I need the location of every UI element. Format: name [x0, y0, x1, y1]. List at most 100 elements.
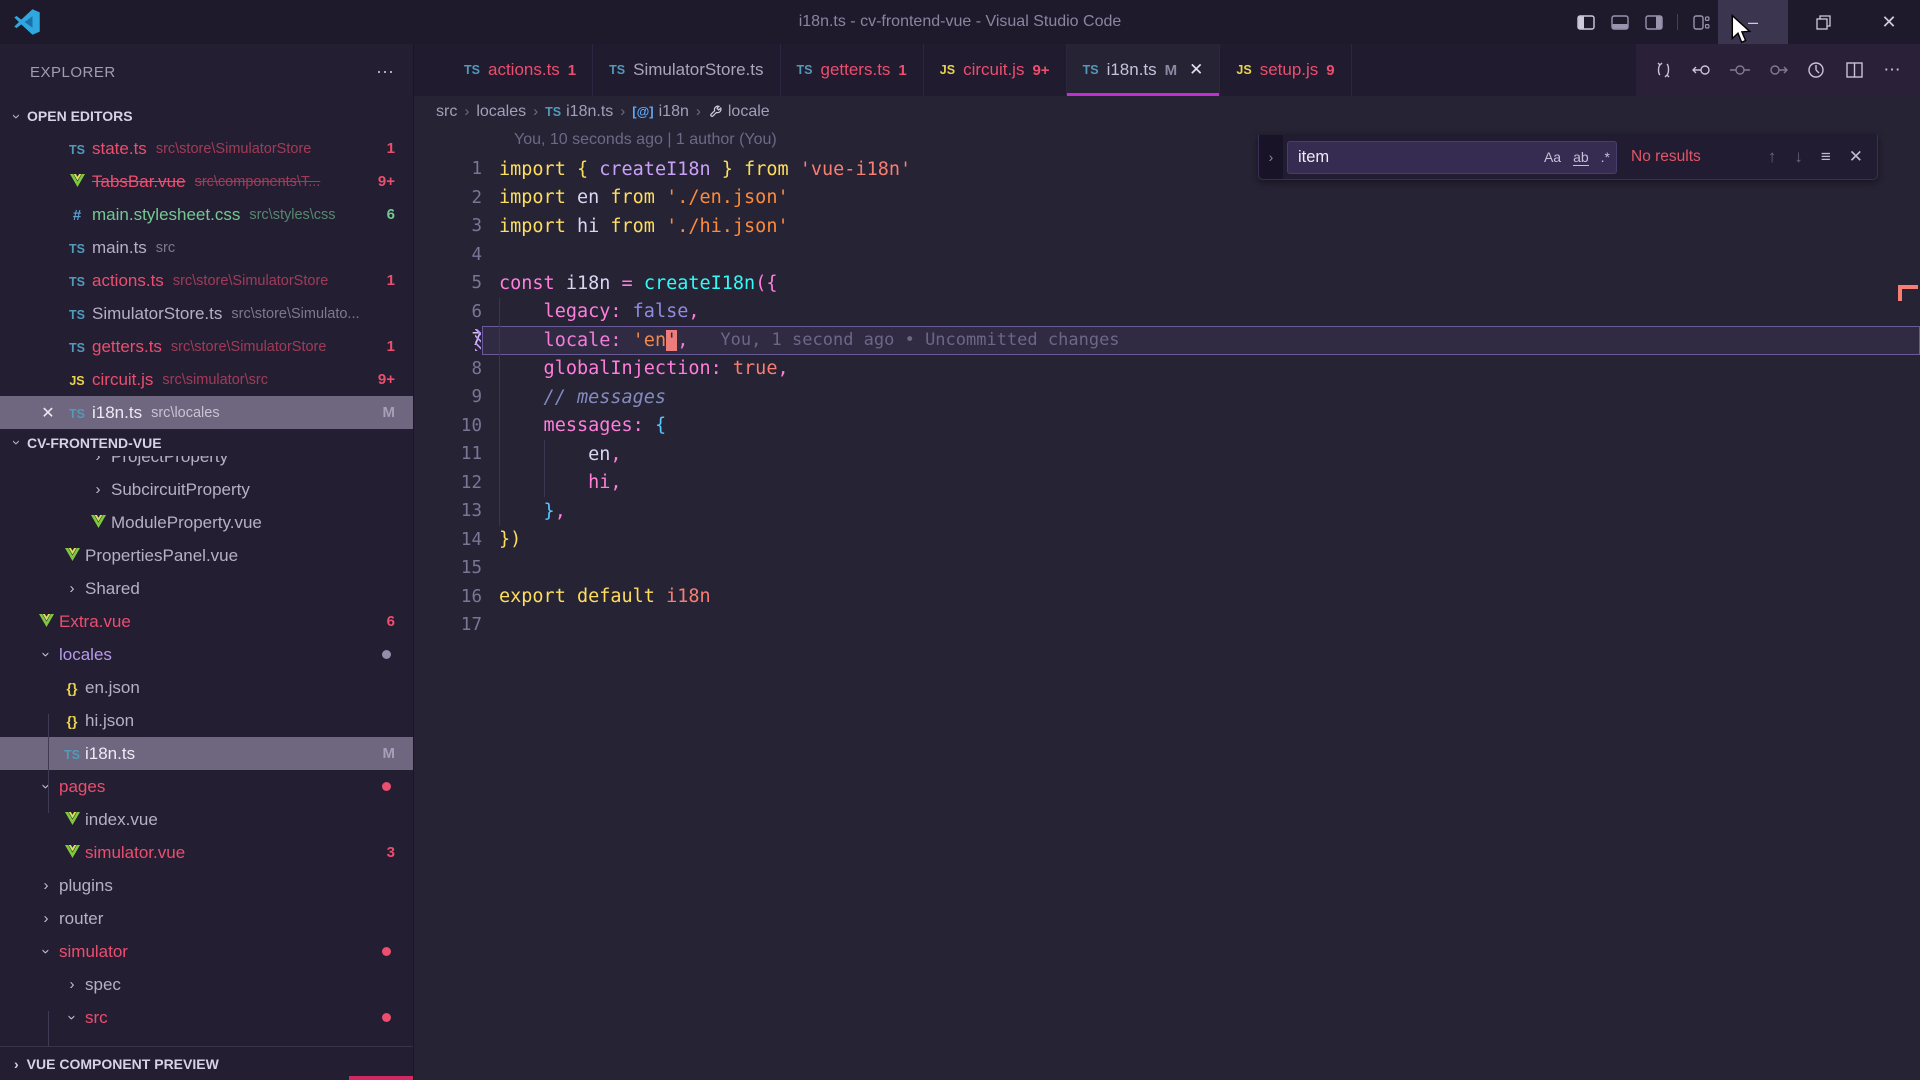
breadcrumb-item-i18n[interactable]: [@]i18n [632, 103, 689, 121]
tree-item-src[interactable]: ›src [0, 1001, 413, 1034]
tree-item-locales[interactable]: ›locales [0, 638, 413, 671]
tree-item-ProjectProperty[interactable]: ›ProjectProperty [0, 456, 413, 473]
tree-item-spec[interactable]: ›spec [0, 968, 413, 1001]
code-indent-guide [499, 298, 500, 526]
tree-item-simulator.vue[interactable]: simulator.vue3 [0, 836, 413, 869]
line-number: 2 [414, 188, 482, 208]
code-line-17[interactable]: 17 [414, 611, 1920, 640]
tab-actions.ts[interactable]: TSactions.ts1 [448, 44, 593, 96]
tree-item-router[interactable]: ›router [0, 902, 413, 935]
code-line-4[interactable]: 4 [414, 241, 1920, 270]
tab-setup.js[interactable]: JSsetup.js9 [1220, 44, 1351, 96]
code-line-3[interactable]: 3import hi from './hi.json' [414, 212, 1920, 241]
code-line-6[interactable]: 6 legacy: false, [414, 298, 1920, 327]
code-line-9[interactable]: 9 // messages [414, 383, 1920, 412]
code-line-14[interactable]: 14}) [414, 526, 1920, 555]
code-line-13[interactable]: 13 }, [414, 497, 1920, 526]
breadcrumb-item-locales[interactable]: locales [476, 103, 526, 121]
chevron-down-icon: › [8, 114, 25, 119]
find-close-icon[interactable]: ✕ [1849, 147, 1863, 167]
breadcrumb-item-locale[interactable]: locale [708, 103, 770, 121]
toggle-replace-icon[interactable]: › [1259, 135, 1283, 179]
timeline-icon[interactable] [1804, 58, 1828, 82]
breadcrumb-label: src [436, 103, 457, 121]
tree-item-ModuleProperty.vue[interactable]: ModuleProperty.vue [0, 506, 413, 539]
code-line-10[interactable]: 10 messages: { [414, 412, 1920, 441]
project-section-header[interactable]: › CV-FRONTEND-VUE [0, 429, 413, 456]
tab-i18n.ts[interactable]: TSi18n.tsM✕ [1067, 44, 1221, 96]
open-changes-icon[interactable] [1652, 58, 1676, 82]
tree-item-hi.json[interactable]: {}hi.json [0, 704, 413, 737]
find-query[interactable]: item [1298, 148, 1532, 167]
code-line-16[interactable]: 16export default i18n [414, 583, 1920, 612]
toggle-sidebar-icon[interactable] [1569, 0, 1603, 44]
vue-preview-header[interactable]: › VUE COMPONENT PREVIEW [0, 1046, 413, 1080]
code-line-15[interactable]: 15 [414, 554, 1920, 583]
explorer-more-icon[interactable]: ⋯ [376, 62, 395, 83]
tree-item-index.vue[interactable]: index.vue [0, 803, 413, 836]
open-editor-item[interactable]: JScircuit.jssrc\simulator\src9+ [0, 363, 413, 396]
tree-item-pages[interactable]: ›pages [0, 770, 413, 803]
close-icon[interactable]: ✕ [38, 403, 58, 423]
find-in-selection-icon[interactable]: ≡ [1821, 147, 1831, 167]
open-editor-item[interactable]: TSgetters.tssrc\store\SimulatorStore1 [0, 330, 413, 363]
chevron-right-icon: › [62, 976, 82, 993]
tree-item-en.json[interactable]: {}en.json [0, 671, 413, 704]
close-button[interactable]: ✕ [1858, 0, 1920, 44]
customize-layout-icon[interactable] [1684, 0, 1718, 44]
tree-item-Shared[interactable]: ›Shared [0, 572, 413, 605]
minimize-button[interactable]: – [1718, 0, 1788, 44]
next-change-icon[interactable] [1766, 58, 1790, 82]
more-actions-icon[interactable]: ⋯ [1880, 58, 1904, 82]
code-line-7[interactable]: 7 locale: 'en',You, 1 second ago • Uncom… [414, 326, 1920, 355]
open-editor-item[interactable]: TSmain.tssrc [0, 231, 413, 264]
toggle-panel-icon[interactable] [1603, 0, 1637, 44]
open-editor-item[interactable]: #main.stylesheet.csssrc\styles\css6 [0, 198, 413, 231]
code-area[interactable]: 1import { createI18n } from 'vue-i18n'2i… [414, 155, 1920, 640]
json-icon: {} [67, 713, 78, 729]
find-previous-icon[interactable]: ↑ [1768, 147, 1777, 167]
line-number: 6 [414, 302, 482, 322]
close-icon[interactable]: ✕ [1189, 60, 1203, 80]
code-line-12[interactable]: 12 hi, [414, 469, 1920, 498]
toggle-secondary-sidebar-icon[interactable] [1637, 0, 1671, 44]
code-line-11[interactable]: 11 en, [414, 440, 1920, 469]
code-line-8[interactable]: 8 globalInjection: true, [414, 355, 1920, 384]
open-editor-item[interactable]: TSSimulatorStore.tssrc\store\Simulato... [0, 297, 413, 330]
gitlens-authors-lens[interactable]: You, 10 seconds ago | 1 author (You) [514, 131, 777, 155]
code-text: legacy: false, [499, 301, 700, 322]
code-line-5[interactable]: 5const i18n = createI18n({ [414, 269, 1920, 298]
tree-item-Extra.vue[interactable]: Extra.vue6 [0, 605, 413, 638]
tab-SimulatorStore.ts[interactable]: TSSimulatorStore.ts [593, 44, 780, 96]
breadcrumb-item-i18n.ts[interactable]: TSi18n.ts [545, 103, 613, 121]
find-input[interactable]: item Aa ab .* [1287, 141, 1617, 174]
window-controls: – ✕ [1569, 0, 1920, 44]
breadcrumb-item-src[interactable]: src [436, 103, 457, 121]
tab-circuit.js[interactable]: JScircuit.js9+ [924, 44, 1067, 96]
previous-change-icon[interactable] [1690, 58, 1714, 82]
open-editor-item[interactable]: TabsBar.vuesrc\components\T...9+ [0, 165, 413, 198]
code-line-2[interactable]: 2import en from './en.json' [414, 184, 1920, 213]
tree-item-i18n.ts[interactable]: TSi18n.tsM [0, 737, 413, 770]
tab-getters.ts[interactable]: TSgetters.ts1 [781, 44, 924, 96]
open-editor-item[interactable]: TSstate.tssrc\store\SimulatorStore1 [0, 132, 413, 165]
tab-badge: 1 [568, 62, 576, 79]
whole-word-icon[interactable]: ab [1573, 149, 1589, 166]
match-case-icon[interactable]: Aa [1544, 149, 1561, 165]
explorer-header: EXPLORER ⋯ [0, 44, 413, 100]
open-editor-item[interactable]: ✕TSi18n.tssrc\localesM [0, 396, 413, 429]
regex-icon[interactable]: .* [1601, 149, 1610, 165]
tree-item-plugins[interactable]: ›plugins [0, 869, 413, 902]
changes-icon[interactable] [1728, 58, 1752, 82]
find-next-icon[interactable]: ↓ [1794, 147, 1803, 167]
tree-item-SubcircuitProperty[interactable]: ›SubcircuitProperty [0, 473, 413, 506]
vue-icon [65, 845, 80, 858]
file-path: src\store\SimulatorStore [173, 273, 413, 289]
tree-item-PropertiesPanel.vue[interactable]: PropertiesPanel.vue [0, 539, 413, 572]
open-editor-item[interactable]: TSactions.tssrc\store\SimulatorStore1 [0, 264, 413, 297]
code-text: export default i18n [499, 586, 711, 607]
open-editors-header[interactable]: › OPEN EDITORS [0, 100, 413, 132]
restore-button[interactable] [1788, 0, 1858, 44]
tree-item-simulator[interactable]: ›simulator [0, 935, 413, 968]
split-editor-icon[interactable] [1842, 58, 1866, 82]
